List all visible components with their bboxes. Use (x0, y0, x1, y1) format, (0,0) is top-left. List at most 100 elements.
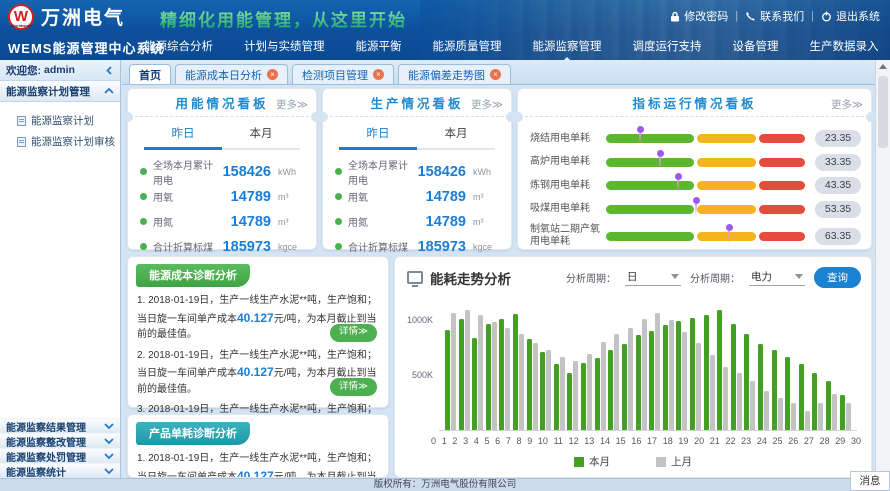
divider (130, 116, 314, 117)
x-tick-label: 3 (463, 436, 468, 446)
kanban-tab[interactable]: 昨日 (339, 125, 417, 148)
period-select[interactable]: 日 (625, 269, 681, 286)
metric-rows: 全场本月累计用电158426kWh用氧14789m³用氮14789m³合计折算标… (335, 159, 499, 259)
metric-row: 全场本月累计用电158426kWh (335, 159, 499, 184)
nav-item[interactable]: 设备管理 (731, 30, 781, 60)
bar-本月 (704, 315, 709, 430)
tab-page-3[interactable]: 能源偏差走势图× (398, 64, 511, 84)
metric-unit: kgce (278, 242, 304, 252)
diagnosis-item: 1. 2018-01-19日，生产一线生产水泥**吨，生产饱和；当日旋一车间单产… (137, 293, 379, 343)
sidebar-group[interactable]: 能源监察处罚管理 (0, 448, 120, 463)
header-nav-row: WEMS能源管理中心系统 能源综合分析计划与实绩管理能源平衡能源质量管理能源监察… (0, 32, 890, 60)
indicator-bar (606, 158, 805, 167)
sidebar-group[interactable]: 能源监察整改管理 (0, 433, 120, 448)
collapse-sidebar-icon[interactable] (105, 66, 114, 75)
more-link[interactable]: 更多≫ (276, 97, 308, 112)
nav-item[interactable]: 能源平衡 (354, 30, 404, 60)
kanban-tab[interactable]: 昨日 (144, 125, 222, 148)
metric-unit: m³ (278, 192, 304, 202)
bar-本月 (717, 310, 722, 430)
detail-button[interactable]: 详情≫ (330, 324, 377, 342)
metric-value: 158426 (418, 164, 466, 180)
more-link[interactable]: 更多≫ (471, 97, 503, 112)
nav-item[interactable]: 能源质量管理 (431, 30, 504, 60)
vertical-scrollbar[interactable] (875, 60, 890, 478)
sidebar-item[interactable]: 能源监察计划 (0, 110, 120, 131)
bar-本月 (540, 352, 545, 430)
bar-group (840, 395, 851, 430)
bar-本月 (731, 324, 736, 430)
scrollbar-thumb[interactable] (878, 76, 888, 148)
close-icon[interactable]: × (373, 69, 384, 80)
tab-page-1[interactable]: 能源成本日分析× (175, 64, 288, 84)
bar-上月 (546, 350, 551, 430)
more-link[interactable]: 更多≫ (831, 97, 863, 112)
kanban-tab[interactable]: 本月 (222, 125, 300, 148)
sidebar-group[interactable]: 能源监察统计 (0, 463, 120, 478)
close-icon[interactable]: × (267, 69, 278, 80)
bar-本月 (690, 318, 695, 430)
segment-bad (759, 205, 805, 214)
welcome-bar: 欢迎您: admin (0, 60, 120, 81)
bar-上月 (573, 361, 578, 430)
cost-diagnosis-card: 能源成本诊断分析 1. 2018-01-19日，生产一线生产水泥**吨，生产饱和… (127, 256, 389, 408)
bar-group (595, 342, 606, 430)
scroll-up-icon[interactable] (879, 64, 887, 69)
nav-item[interactable]: 能源综合分析 (142, 30, 215, 60)
indicator-row: 高炉用电单耗33.35 (530, 154, 861, 171)
bar-上月 (737, 373, 742, 430)
bar-本月 (527, 339, 532, 430)
nav-item[interactable]: 能源监察管理 (531, 30, 604, 60)
indicators-card: 指标运行情况看板 更多≫ 烧结用电单耗23.35高炉用电单耗33.35炼钢用电单… (517, 88, 872, 250)
link-label: 修改密码 (684, 8, 728, 24)
bar-上月 (750, 381, 755, 430)
bar-本月 (595, 358, 600, 430)
legend-item[interactable]: 上月 (656, 454, 692, 469)
nav-item[interactable]: 调度运行支持 (631, 30, 704, 60)
divider (520, 116, 869, 117)
x-tick-label: 16 (631, 436, 641, 446)
header-link-change-password[interactable]: 修改密码 (670, 8, 728, 24)
close-icon[interactable]: × (490, 69, 501, 80)
metric-row: 用氧14789m³ (140, 184, 304, 209)
filter-label: 分析周期： (566, 270, 616, 285)
metric-value: 14789 (426, 189, 466, 205)
header-link-logout[interactable]: 退出系统 (821, 8, 880, 24)
chevron-down-icon (104, 452, 114, 460)
bar-本月 (622, 344, 627, 430)
tab-home[interactable]: 首页 (129, 64, 171, 84)
diagnosis-item: 1. 2018-01-19日，生产一线生产水泥**吨，生产饱和；当日旋一车间单产… (137, 451, 379, 478)
document-icon (17, 116, 26, 126)
sidebar-group[interactable]: 能源监察计划管理 (0, 81, 120, 102)
legend-label: 上月 (671, 454, 692, 469)
query-button[interactable]: 查询 (814, 267, 861, 288)
energy-type-select[interactable]: 电力 (749, 269, 805, 286)
legend-item[interactable]: 本月 (574, 454, 610, 469)
group-label: 能源监察结果管理 (6, 419, 86, 434)
bar-group (513, 314, 524, 430)
bar-group (704, 315, 715, 430)
header-link-contact-us[interactable]: 联系我们 (745, 8, 804, 24)
sidebar-items: 能源监察计划能源监察计划审核 (0, 102, 120, 158)
message-button[interactable]: 消息 (850, 471, 890, 491)
detail-button[interactable]: 详情≫ (330, 378, 377, 396)
tab-page-2[interactable]: 检测项目管理× (292, 64, 394, 84)
nav-item[interactable]: 计划与实绩管理 (242, 30, 327, 60)
sidebar-item[interactable]: 能源监察计划审核 (0, 131, 120, 152)
lock-icon (670, 11, 680, 22)
kanban-tab[interactable]: 本月 (417, 125, 495, 148)
legend-label: 本月 (589, 454, 610, 469)
metric-row: 用氮14789m³ (140, 209, 304, 234)
metric-unit: m³ (473, 192, 499, 202)
x-tick-label: 24 (757, 436, 767, 446)
x-tick-label: 2 (452, 436, 457, 446)
bar-上月 (805, 411, 810, 430)
sidebar-group[interactable]: 能源监察结果管理 (0, 418, 120, 433)
divider (325, 116, 509, 117)
metric-rows: 全场本月累计用电158426kWh用氧14789m³用氮14789m³合计折算标… (140, 159, 304, 259)
logo-letter: W (10, 9, 32, 24)
nav-item[interactable]: 生产数据录入 (808, 30, 881, 60)
welcome-label: 欢迎您: (6, 63, 41, 78)
bar-group (527, 339, 538, 430)
sidebar-groups-expanded: 能源监察计划管理能源监察计划能源监察计划审核 (0, 81, 120, 158)
